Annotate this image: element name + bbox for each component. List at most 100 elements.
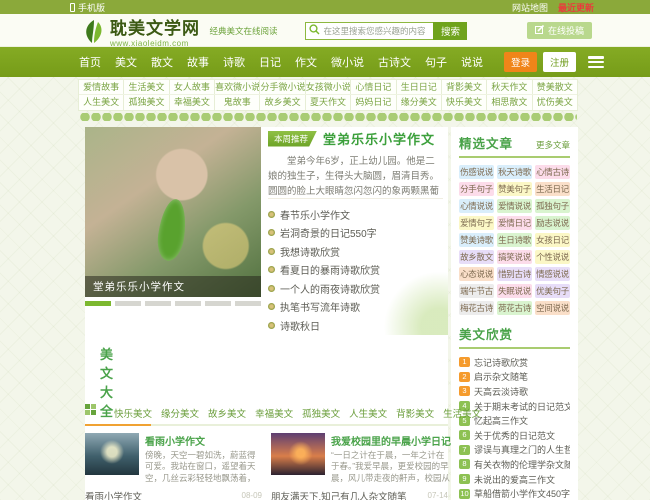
tag-link[interactable]: 心情古诗 <box>535 165 570 179</box>
search-button[interactable]: 搜索 <box>433 21 468 40</box>
article-row[interactable]: 朋友满天下,知己有几人杂文随笔 07-14 <box>271 489 448 500</box>
tag-link[interactable]: 秋天诗歌 <box>497 165 532 179</box>
category-link[interactable]: 分手微小说 <box>260 80 306 94</box>
tag-link[interactable]: 爱情说说 <box>497 199 532 213</box>
article-thumbnail[interactable] <box>85 432 139 475</box>
category-link[interactable]: 快乐美文 <box>442 95 488 110</box>
meiwen-tab[interactable]: 人生美文 <box>349 406 387 420</box>
card-title-link[interactable]: 看雨小学作文 <box>145 433 262 448</box>
search-input[interactable] <box>323 25 432 36</box>
tag-link[interactable]: 情感说说 <box>535 267 570 281</box>
category-link[interactable]: 爱情故事 <box>79 80 125 94</box>
sitemap-link[interactable]: 网站地图 <box>512 1 548 14</box>
card-title-link[interactable]: 我爱校园里的早晨小学日记 <box>331 433 451 448</box>
nav-item-home[interactable]: 首页 <box>79 54 101 70</box>
tag-link[interactable]: 优美句子 <box>535 284 570 298</box>
tag-link[interactable]: 生日诗歌 <box>497 233 532 247</box>
nav-item-meiwen[interactable]: 美文 <box>115 54 137 70</box>
featured-link-item[interactable]: 看夏日的暴雨诗歌欣赏 <box>268 261 443 280</box>
submit-article-button[interactable]: 在线投稿 <box>526 22 592 39</box>
tag-link[interactable]: 空间说说 <box>535 301 570 315</box>
tag-link[interactable]: 励志说说 <box>535 216 570 230</box>
category-link[interactable]: 故乡美文 <box>260 95 306 110</box>
nav-item-gushiwen[interactable]: 古诗文 <box>378 54 411 70</box>
meiwen-tab[interactable]: 幸福美文 <box>255 406 293 420</box>
tag-link[interactable]: 搞笑说说 <box>497 250 532 264</box>
more-articles-link[interactable]: 更多文章 <box>536 139 570 151</box>
nav-item-riji[interactable]: 日记 <box>259 54 281 70</box>
category-link[interactable]: 生日日记 <box>397 80 442 94</box>
ranking-item[interactable]: 8有关衣物的伦理学杂文随笔 <box>459 457 570 472</box>
ranking-item[interactable]: 2 启示杂文随笔 <box>459 370 570 385</box>
article-thumbnail[interactable] <box>271 432 325 475</box>
category-link[interactable]: 人生美文 <box>79 95 125 110</box>
nav-item-juzi[interactable]: 句子 <box>425 54 447 70</box>
category-link[interactable]: 女人故事 <box>170 80 216 94</box>
article-card[interactable]: 我爱校园里的早晨小学日记 “一日之计在于晨，一年之计在于春。”我爱早晨，更爱校园… <box>271 432 451 484</box>
featured-link-item[interactable]: 岩洞奇景的日记550字 <box>268 224 443 243</box>
article-card[interactable]: 看雨小学作文 傍晚，天空一碧如洗，蔚蓝得可爱。我站在窗口，遥望着天空，几丝云彩轻… <box>85 432 262 484</box>
tag-link[interactable]: 荷花古诗 <box>497 301 532 315</box>
category-link[interactable]: 缘分美文 <box>397 95 442 110</box>
category-link[interactable]: 鬼故事 <box>215 95 261 110</box>
category-link[interactable]: 女孩微小说 <box>306 80 352 94</box>
tag-link[interactable]: 心态说说 <box>459 267 494 281</box>
tag-link[interactable]: 个性说说 <box>535 250 570 264</box>
tag-link[interactable]: 赞美句子 <box>497 182 532 196</box>
tag-link[interactable]: 女孩日记 <box>535 233 570 247</box>
nav-item-weixiaoshuo[interactable]: 微小说 <box>331 54 364 70</box>
tag-link[interactable]: 赞美诗歌 <box>459 233 494 247</box>
article-row[interactable]: 看雨小学作文 08-09 <box>85 489 262 500</box>
tag-link[interactable]: 梅花古诗 <box>459 301 494 315</box>
tag-link[interactable]: 端午节古 <box>459 284 494 298</box>
category-link[interactable]: 妈妈日记 <box>351 95 397 110</box>
ranking-item[interactable]: 6 关于优秀的日记范文 <box>459 428 570 443</box>
category-link[interactable]: 生活美文 <box>124 80 170 94</box>
tag-link[interactable]: 失眠说说 <box>497 284 532 298</box>
category-link[interactable]: 忧伤美文 <box>533 95 577 110</box>
tag-link[interactable]: 孤独句子 <box>535 199 570 213</box>
tag-link[interactable]: 分手句子 <box>459 182 494 196</box>
tag-link[interactable]: 心情说说 <box>459 199 494 213</box>
meiwen-tab[interactable]: 生活美文 <box>443 406 481 420</box>
tag-link[interactable]: 惜别古诗 <box>497 267 532 281</box>
category-link[interactable]: 秋天作文 <box>487 80 533 94</box>
category-link[interactable]: 幸福美文 <box>170 95 216 110</box>
category-link[interactable]: 喜欢微小说 <box>215 80 261 94</box>
register-button[interactable]: 注册 <box>542 52 576 72</box>
ranking-item[interactable]: 1 忘记诗歌欣赏 <box>459 355 570 370</box>
featured-link-item[interactable]: 春节乐小学作文 <box>268 205 443 224</box>
menu-icon[interactable] <box>588 56 604 68</box>
featured-link-item[interactable]: 执笔书写流年诗歌 <box>268 298 443 317</box>
tag-link[interactable]: 爱情句子 <box>459 216 494 230</box>
category-link[interactable]: 背影美文 <box>442 80 488 94</box>
nav-item-sanwen[interactable]: 散文 <box>151 54 173 70</box>
featured-hero-image[interactable]: 堂弟乐乐小学作文 <box>85 127 261 297</box>
login-button[interactable]: 登录 <box>503 52 537 72</box>
featured-link-item[interactable]: 我想诗歌欣赏 <box>268 242 443 261</box>
tag-link[interactable]: 伤感说说 <box>459 165 494 179</box>
mobile-version-link[interactable]: 手机版 <box>70 1 105 14</box>
nav-item-shuoshuo[interactable]: 说说 <box>461 54 483 70</box>
site-logo[interactable]: 耽美文学网 经典美文在线阅读 www.xiaoleidm.com <box>82 14 277 48</box>
category-link[interactable]: 赞美散文 <box>533 80 577 94</box>
ranking-item[interactable]: 10 草船借箭小学作文450字 <box>459 486 570 500</box>
category-link[interactable]: 孤独美文 <box>124 95 170 110</box>
tag-link[interactable]: 故乡散文 <box>459 250 494 264</box>
ranking-item[interactable]: 9 未说出的爱高三作文 <box>459 472 570 487</box>
carousel-pagination[interactable] <box>85 301 262 306</box>
nav-item-zuowen[interactable]: 作文 <box>295 54 317 70</box>
tag-link[interactable]: 爱情日记 <box>497 216 532 230</box>
nav-item-gushi[interactable]: 故事 <box>187 54 209 70</box>
tag-link[interactable]: 生活日记 <box>535 182 570 196</box>
meiwen-tab[interactable]: 背影美文 <box>396 406 434 420</box>
category-link[interactable]: 夏天作文 <box>306 95 352 110</box>
category-link[interactable]: 心情日记 <box>351 80 397 94</box>
featured-link-item[interactable]: 一个人的雨夜诗歌欣赏 <box>268 279 443 298</box>
meiwen-tab[interactable]: 缘分美文 <box>161 406 199 420</box>
category-link[interactable]: 相思散文 <box>487 95 533 110</box>
recent-update-link[interactable]: 最近更新 <box>558 1 594 14</box>
featured-title-link[interactable]: 堂弟乐乐小学作文 <box>323 129 435 148</box>
meiwen-tab[interactable]: 故乡美文 <box>208 406 246 420</box>
meiwen-tab[interactable]: 孤独美文 <box>302 406 340 420</box>
